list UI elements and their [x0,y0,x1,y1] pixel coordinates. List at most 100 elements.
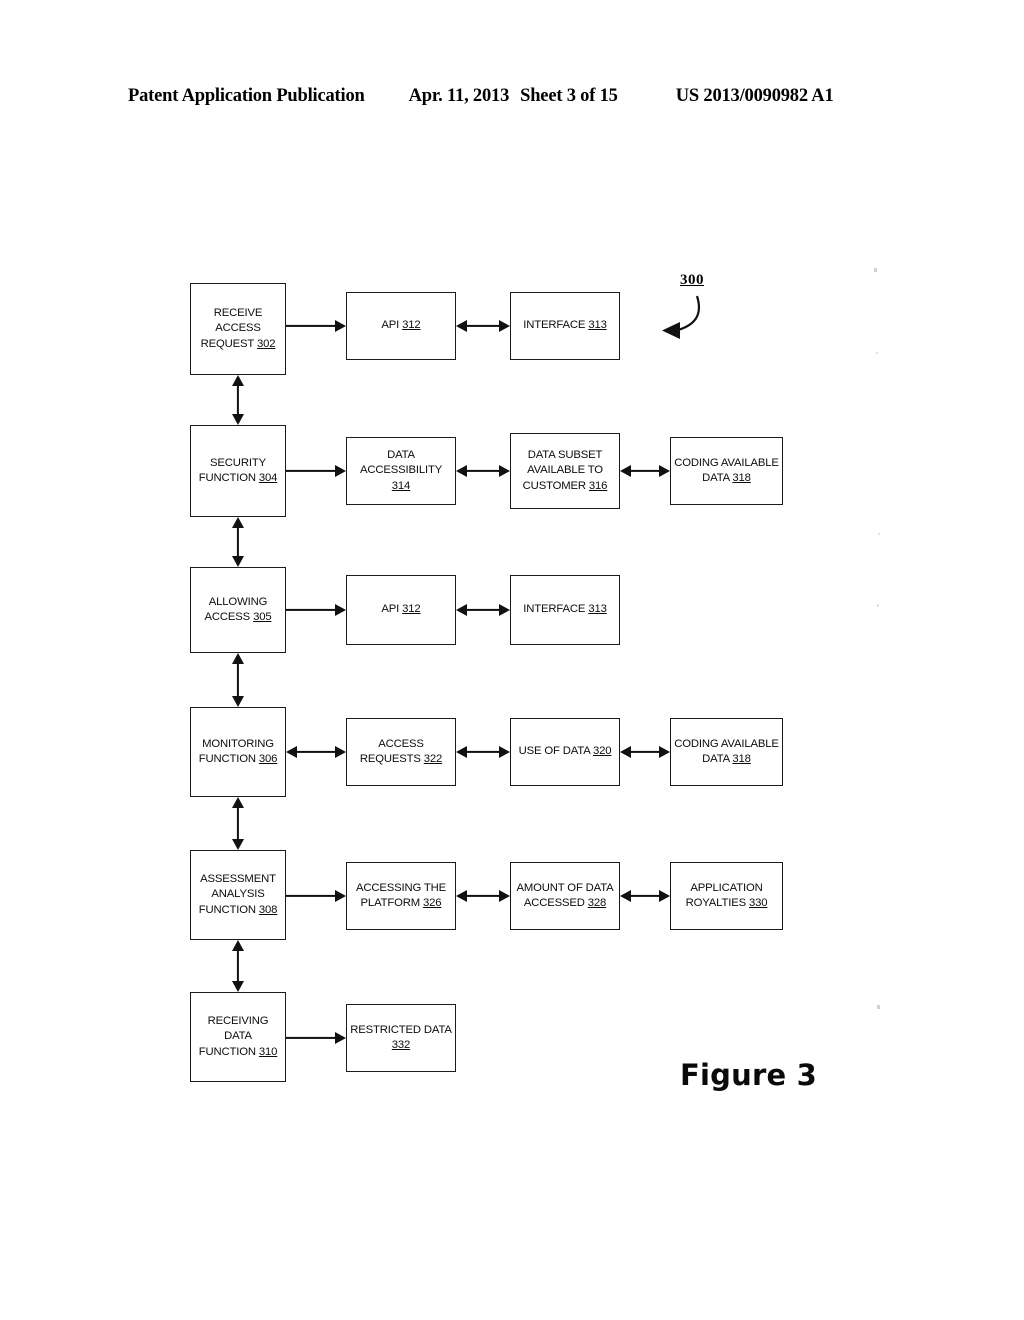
node-reference-numeral: 316 [588,479,608,492]
connector-326-to-328 [456,886,510,906]
connector-306-to-308-vertical [228,797,248,850]
node-reference-numeral: 314 [391,479,411,492]
node-label-line: ACCESSIBILITY [360,464,442,477]
connector-320-to-318 [620,742,670,762]
node-label-line: CUSTOMER [522,479,586,492]
figure-caption: Figure 3 [680,1058,817,1092]
node-security-function-304: SECURITY FUNCTION 304 [190,425,286,517]
node-label-line: DATA SUBSET [527,448,603,461]
node-label-line: ACCESS [215,322,261,335]
node-label-line: PLATFORM [360,897,421,909]
node-data-accessibility-314: DATA ACCESSIBILITY 314 [346,437,456,505]
node-reference-numeral: 313 [588,603,607,616]
node-label-line: CODING AVAILABLE [674,456,779,469]
node-label-line: ROYALTIES [685,897,747,909]
node-reference-numeral: 326 [423,897,442,909]
node-label-line: FUNCTION [198,903,256,916]
connector-302-to-304-vertical [228,375,248,425]
node-api-312-row1: API 312 [346,292,456,360]
scan-artifact [876,352,878,354]
node-label-line: DATA [224,1030,252,1043]
node-label-line: ACCESS [378,737,424,750]
node-label-line: ALLOWING [208,595,268,608]
node-accessing-the-platform-326: ACCESSING THE PLATFORM 326 [346,862,456,930]
connector-310-to-332 [286,1028,346,1048]
node-label-line: ACCESSED [523,897,585,909]
node-reference-numeral: 318 [732,472,751,484]
figure-reference-numeral-300: 300 [640,272,760,358]
node-data-subset-available-to-customer-316: DATA SUBSET AVAILABLE TO CUSTOMER 316 [510,433,620,509]
node-label-line: RECEIVING [207,1014,269,1027]
node-allowing-access-305: ALLOWING ACCESS 305 [190,567,286,653]
node-label-line: INTERFACE [523,319,586,332]
node-application-royalties-330: APPLICATION ROYALTIES 330 [670,862,783,930]
node-label-line: CODING AVAILABLE [674,737,779,750]
node-label-line: DATA [702,472,730,484]
connector-312-to-313 [456,316,510,336]
node-reference-numeral: 302 [256,337,276,350]
node-reference-numeral: 310 [258,1045,278,1058]
node-label-line: REQUESTS [359,753,421,765]
node-reference-numeral: 306 [258,753,278,765]
connector-328-to-330 [620,886,670,906]
node-reference-numeral: 318 [732,753,751,765]
node-assessment-analysis-function-308: ASSESSMENT ANALYSIS FUNCTION 308 [190,850,286,940]
connector-305-to-312 [286,600,346,620]
node-label-line: ACCESS [204,611,251,623]
node-label-line: APPLICATION [690,881,763,894]
node-label-line: RECEIVE [213,306,263,319]
node-reference-numeral: 322 [423,753,443,765]
node-reference-numeral: 328 [587,897,607,909]
node-label-line: INTERFACE [523,603,586,616]
node-api-312-row3: API 312 [346,575,456,645]
connector-304-to-305-vertical [228,517,248,567]
node-label-line: DATA [702,753,730,765]
node-monitoring-function-306: MONITORING FUNCTION 306 [190,707,286,797]
node-access-requests-322: ACCESS REQUESTS 322 [346,718,456,786]
node-reference-numeral: 304 [258,472,278,484]
node-interface-313-row1: INTERFACE 313 [510,292,620,360]
scan-artifact [877,604,879,607]
node-coding-available-data-318-row4: CODING AVAILABLE DATA 318 [670,718,783,786]
connector-305-to-306-vertical [228,653,248,707]
node-label-line: AMOUNT OF DATA [516,881,614,894]
node-amount-of-data-accessed-328: AMOUNT OF DATA ACCESSED 328 [510,862,620,930]
node-receive-access-request-302: RECEIVE ACCESS REQUEST 302 [190,283,286,375]
node-coding-available-data-318-row2: CODING AVAILABLE DATA 318 [670,437,783,505]
node-restricted-data-332: RESTRICTED DATA 332 [346,1004,456,1072]
scan-artifact [878,533,880,535]
node-label-line: DATA [387,448,415,461]
node-reference-numeral: 312 [402,319,421,332]
node-label-line: MONITORING [202,737,274,750]
node-label-line: SECURITY [210,456,266,469]
node-label-line: ASSESSMENT [200,872,276,885]
node-label-line: RESTRICTED DATA [350,1023,452,1036]
scan-artifact [874,268,877,272]
leader-line-icon [662,295,701,339]
node-interface-313-row3: INTERFACE 313 [510,575,620,645]
node-reference-numeral: 313 [588,319,607,332]
node-label-line: USE OF DATA [518,745,591,758]
node-reference-numeral: 308 [258,903,278,916]
connector-304-to-314 [286,461,346,481]
node-label-line: FUNCTION [198,753,256,765]
connector-302-to-312 [286,316,346,336]
node-reference-numeral: 332 [391,1039,411,1051]
connector-316-to-318 [620,461,670,481]
node-label-line: FUNCTION [198,472,256,484]
node-label-line: API [381,319,400,332]
scan-artifact [877,1005,880,1009]
connector-322-to-320 [456,742,510,762]
connector-312-to-313-row3 [456,600,510,620]
node-reference-numeral: 312 [402,603,421,616]
node-use-of-data-320: USE OF DATA 320 [510,718,620,786]
connector-308-to-310-vertical [228,940,248,992]
node-label-line: API [381,603,400,616]
node-label-line: AVAILABLE TO [527,464,603,477]
node-receiving-data-function-310: RECEIVING DATA FUNCTION 310 [190,992,286,1082]
connector-306-to-322 [286,742,346,762]
node-label-line: ANALYSIS [211,888,265,901]
node-label-line: REQUEST [200,337,255,350]
node-reference-numeral: 330 [748,897,768,909]
connector-308-to-326 [286,886,346,906]
